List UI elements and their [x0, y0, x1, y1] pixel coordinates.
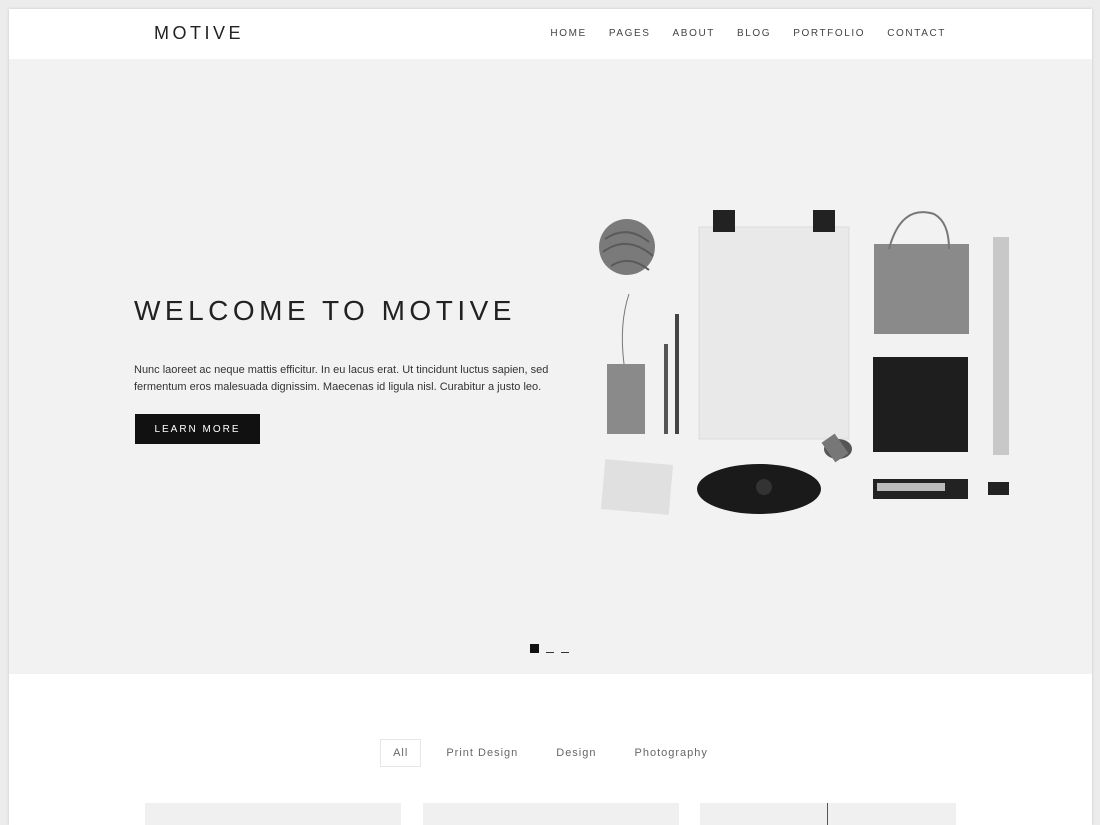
filter-all[interactable]: All	[380, 739, 422, 767]
nav-contact[interactable]: CONTACT	[887, 28, 946, 39]
main-nav: HOME PAGES ABOUT BLOG PORTFOLIO CONTACT	[550, 28, 946, 39]
paper-sheet	[698, 226, 850, 440]
slide-dot-1[interactable]	[530, 644, 539, 653]
business-cards	[600, 459, 674, 515]
slider-pagination	[530, 644, 569, 653]
stationery-mockup-image	[599, 210, 1009, 515]
filter-photography[interactable]: Photography	[622, 739, 721, 767]
portfolio-item[interactable]	[423, 803, 679, 825]
learn-more-button[interactable]: LEARN MORE	[135, 414, 260, 444]
filter-design[interactable]: Design	[543, 739, 609, 767]
nav-home[interactable]: HOME	[550, 28, 586, 39]
page-frame: MOTIVE HOME PAGES ABOUT BLOG PORTFOLIO C…	[9, 9, 1092, 825]
shopping-bag	[874, 244, 969, 334]
filter-print-design[interactable]: Print Design	[433, 739, 531, 767]
nav-blog[interactable]: BLOG	[737, 28, 771, 39]
eraser	[988, 482, 1009, 495]
twine-ball	[599, 219, 655, 275]
paper-tag	[607, 364, 645, 434]
slide-dot-3[interactable]	[561, 652, 569, 653]
nav-about[interactable]: ABOUT	[673, 28, 715, 39]
ruler	[993, 237, 1009, 455]
nav-pages[interactable]: PAGES	[609, 28, 651, 39]
hero-text: Nunc laoreet ac neque mattis efficitur. …	[134, 364, 549, 393]
hero-title: WELCOME TO MOTIVE	[134, 295, 516, 326]
portfolio-item[interactable]	[700, 803, 956, 825]
slide-dot-2[interactable]	[546, 652, 554, 653]
site-header: MOTIVE HOME PAGES ABOUT BLOG PORTFOLIO C…	[9, 9, 1092, 59]
black-card-box	[873, 357, 968, 452]
nav-portfolio[interactable]: PORTFOLIO	[793, 28, 865, 39]
portfolio-filters: All Print Design Design Photography	[9, 739, 1092, 767]
portfolio-grid	[145, 803, 956, 825]
site-logo[interactable]: MOTIVE	[154, 23, 244, 44]
portfolio-item-divider	[827, 803, 828, 825]
hero-slider: WELCOME TO MOTIVE Nunc laoreet ac neque …	[9, 59, 1092, 674]
portfolio-item[interactable]	[145, 803, 401, 825]
